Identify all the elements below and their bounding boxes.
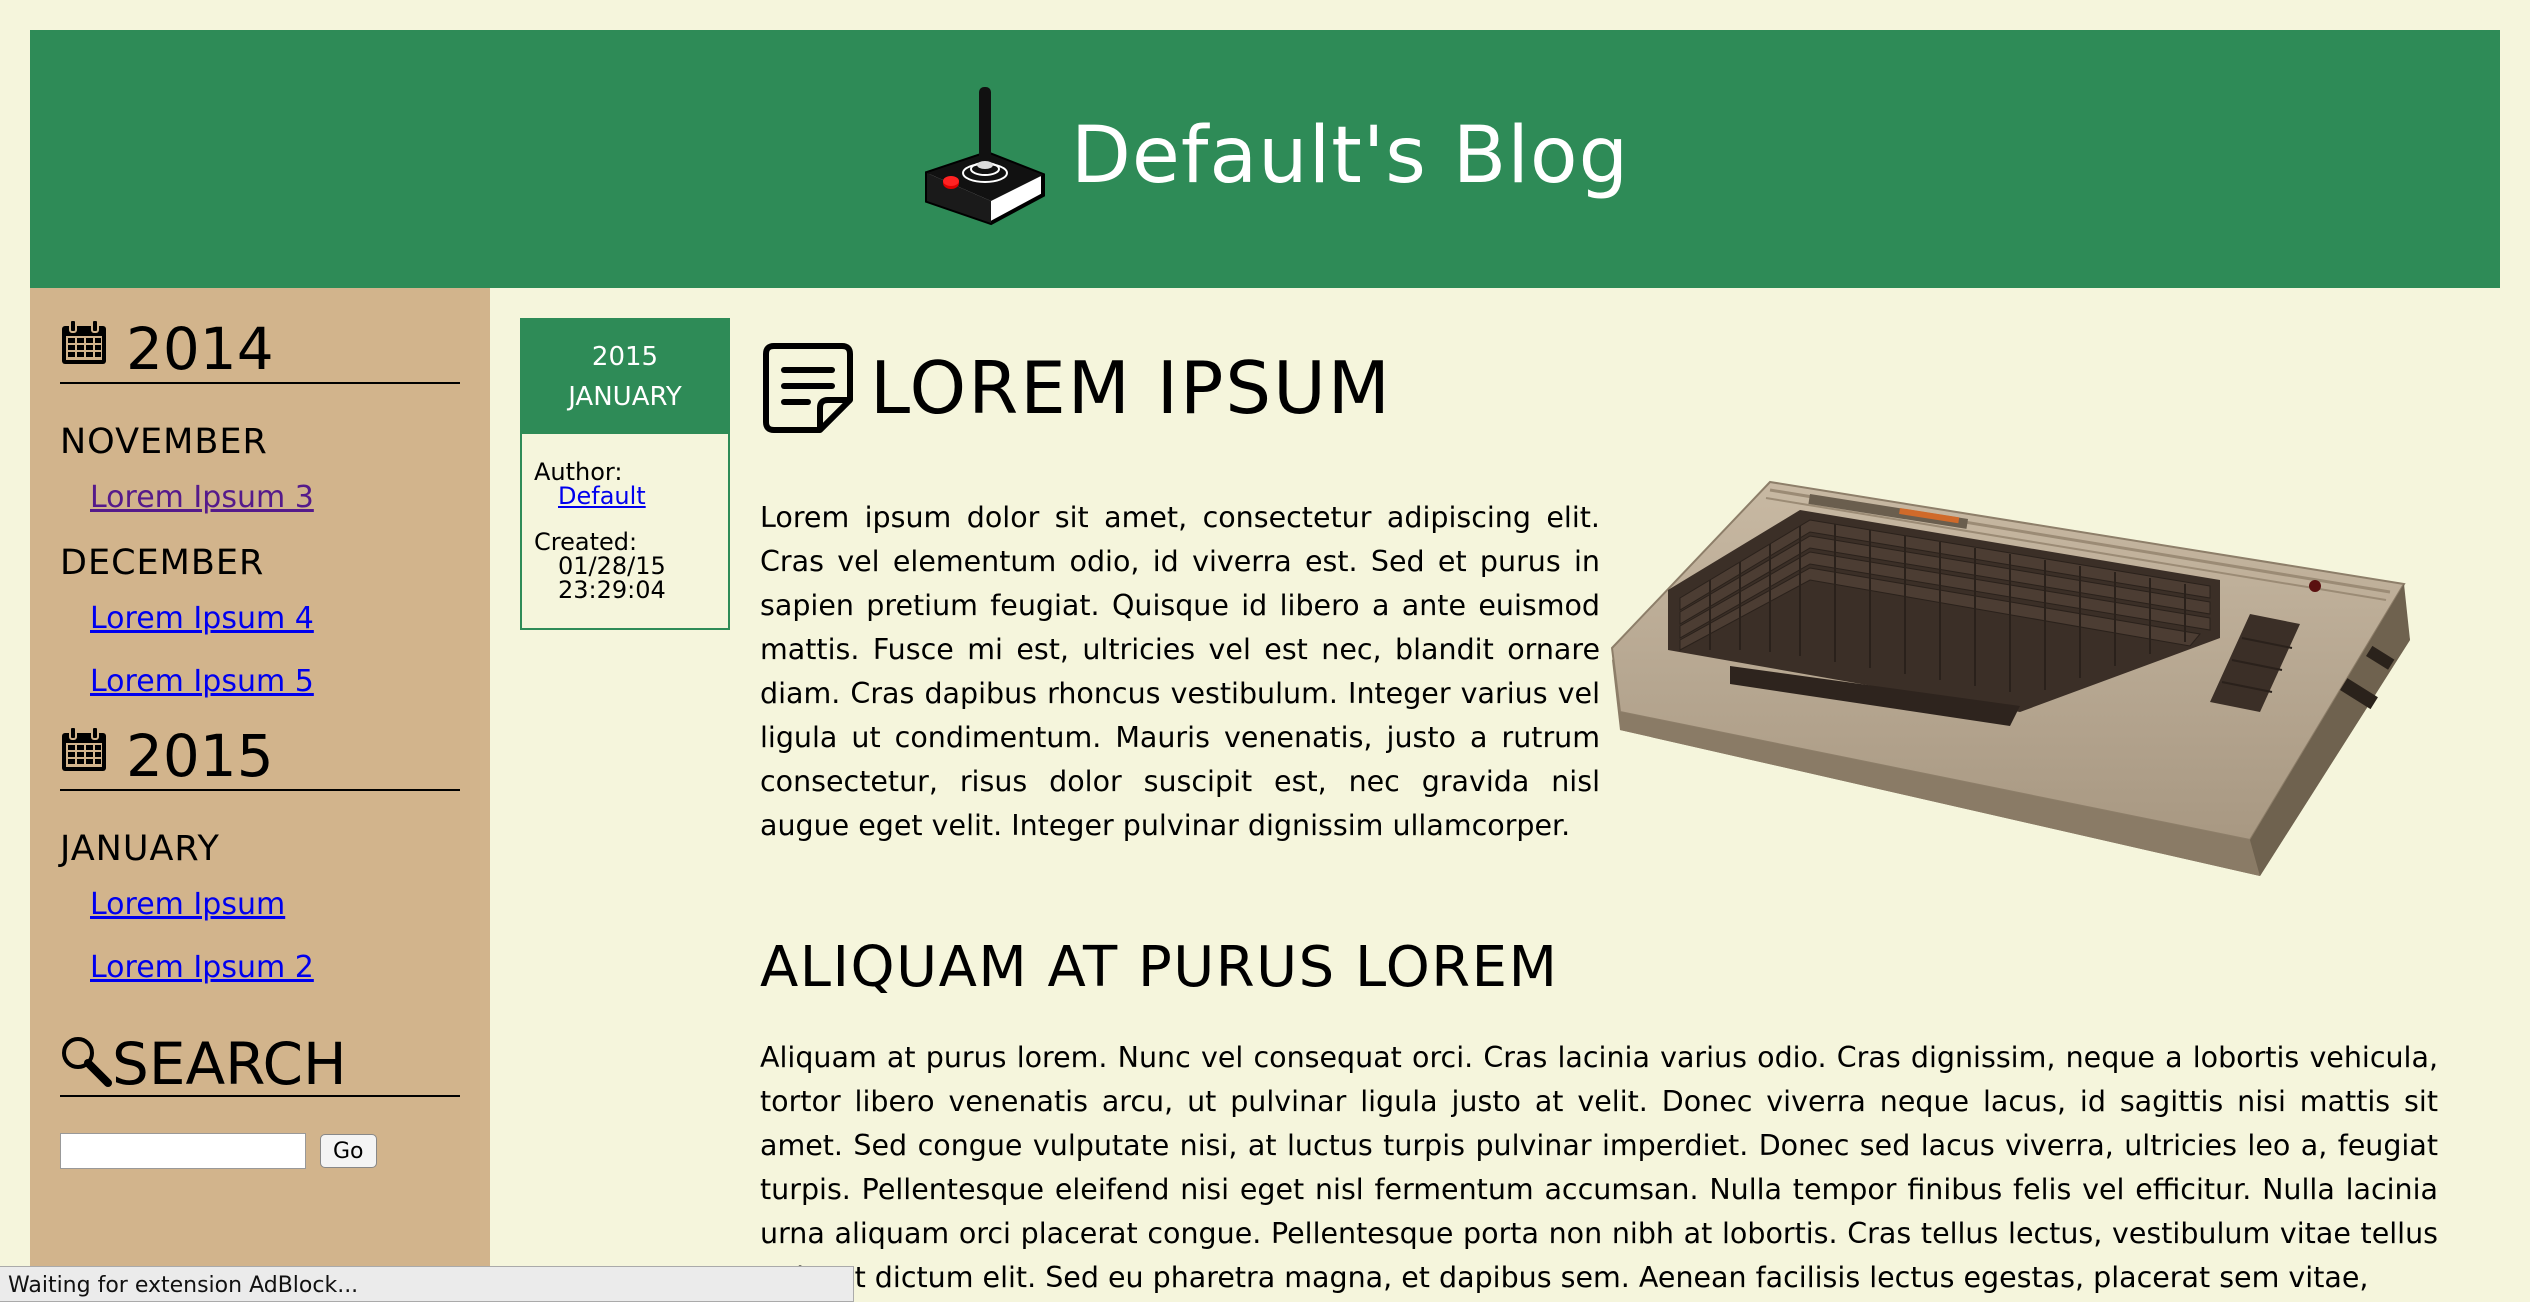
archive-month-label: JANUARY (60, 829, 220, 869)
search-heading: SEARCH (60, 1035, 460, 1097)
blog-page: Default's Blog 2014 NOVEMBER Lorem Ipsum… (0, 0, 2530, 1302)
archive-year-heading: 2015 (60, 722, 460, 791)
section-heading: ALIQUAM AT PURUS LOREM (760, 935, 1559, 1000)
author-label: Author: (534, 458, 623, 486)
browser-status-bar: Waiting for extension AdBlock... (0, 1266, 854, 1302)
created-date: 01/28/15 (558, 552, 666, 580)
site-title: Default's Blog (1070, 111, 1630, 201)
section-paragraph: Aliquam at purus lorem. Nunc vel consequ… (760, 1041, 2438, 1294)
sidebar: 2014 NOVEMBER Lorem Ipsum 3 DECEMBER Lor… (30, 288, 490, 1302)
article-title: LOREM IPSUM (760, 340, 2440, 436)
post-date-banner: 2015 JANUARY (522, 320, 728, 434)
search-input[interactable] (60, 1133, 306, 1169)
author-link[interactable]: Default (558, 482, 646, 510)
search-go-button[interactable]: Go (320, 1134, 377, 1168)
sidebar-post-link[interactable]: Lorem Ipsum (90, 887, 460, 922)
post-meta-details: Author: Default Created: 01/28/15 23:29:… (522, 434, 728, 602)
archive-year-label: 2015 (126, 722, 274, 790)
home-computer-keyboard-image (1610, 480, 2410, 876)
calendar-icon (62, 319, 106, 364)
intro-paragraph: Lorem ipsum dolor sit amet, consectetur … (760, 501, 1600, 842)
article: LOREM IPSUM Lorem ipsum dolor sit amet, … (760, 340, 2440, 1300)
archive-year-heading: 2014 (60, 315, 460, 384)
sidebar-post-link[interactable]: Lorem Ipsum 3 (90, 480, 460, 515)
article-title-label: LOREM IPSUM (870, 346, 1392, 430)
archive-year-label: 2014 (126, 315, 274, 383)
article-intro: Lorem ipsum dolor sit amet, consectetur … (760, 480, 2440, 916)
post-year: 2015 (591, 342, 659, 372)
post-month: JANUARY (568, 382, 682, 412)
post-meta-box: 2015 JANUARY Author: Default Created: 01… (520, 318, 730, 630)
created-time: 23:29:04 (558, 576, 666, 604)
calendar-icon (62, 726, 106, 771)
search-form: Go (60, 1133, 460, 1169)
archive-month-label: DECEMBER (60, 543, 265, 583)
site-header: Default's Blog (30, 30, 2500, 288)
note-icon (763, 343, 853, 433)
archive-month-label: NOVEMBER (60, 422, 268, 462)
created-label: Created: (534, 528, 638, 556)
sidebar-post-link[interactable]: Lorem Ipsum 5 (90, 664, 460, 699)
search-heading-label: SEARCH (112, 1030, 347, 1098)
joystick-icon (924, 87, 1045, 226)
magnifier-icon (62, 1037, 112, 1087)
sidebar-post-link[interactable]: Lorem Ipsum 2 (90, 950, 460, 985)
sidebar-post-link[interactable]: Lorem Ipsum 4 (90, 601, 460, 636)
header-branding[interactable]: Default's Blog (921, 83, 1629, 229)
